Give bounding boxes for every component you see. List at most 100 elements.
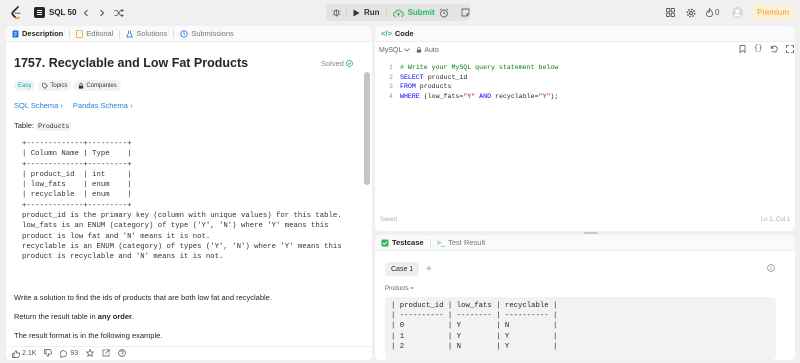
like-button[interactable]: 2.1K — [12, 349, 37, 358]
lock-icon — [79, 82, 84, 89]
tab-submissions-label: Submissions — [191, 29, 234, 38]
top-bar: SQL 50 Run Submit 0 Premium — [0, 0, 800, 25]
companies-label: Companies — [86, 82, 117, 89]
sql-schema-link[interactable]: SQL Schema › — [14, 101, 63, 110]
avatar[interactable] — [732, 0, 743, 25]
return-text: Return the result table in any order. — [14, 312, 135, 321]
debug-icon[interactable] — [326, 4, 346, 21]
case-1-tab[interactable]: Case 1 — [385, 262, 420, 276]
code-toolbar: MySQL Auto {} — [375, 43, 795, 57]
bookmark-icon[interactable] — [739, 45, 746, 55]
code-line: 1 # Write your MySQL query statement belo… — [389, 64, 559, 71]
topics-button[interactable]: Topics — [38, 80, 72, 91]
code-editor[interactable]: 1 # Write your MySQL query statement belo… — [375, 63, 558, 101]
table-label: Table: Products — [14, 121, 72, 131]
info-icon[interactable] — [767, 264, 775, 274]
vertical-drag-handle[interactable] — [584, 232, 598, 234]
testcase-input[interactable]: | product_id | low_fats | recyclable | |… — [385, 297, 776, 360]
companies-button[interactable]: Companies — [74, 80, 121, 91]
description-scrollbar[interactable] — [364, 72, 370, 185]
settings-icon[interactable] — [686, 0, 696, 25]
check-circle-icon — [346, 60, 353, 67]
code-panel: </> Code MySQL Auto {} 1 # Write your MyS… — [375, 26, 795, 231]
code-line: 3 FROM products — [389, 83, 452, 90]
products-input-label: Products = — [385, 286, 414, 292]
fire-icon — [706, 8, 713, 17]
solved-label: Solved — [321, 59, 344, 68]
chevron-right-icon: › — [130, 101, 133, 110]
left-tabbar: Description Editorial Solutions Submissi… — [6, 26, 372, 42]
tab-submissions[interactable]: Submissions — [180, 29, 234, 38]
layout-icon[interactable] — [666, 0, 675, 25]
thumbs-up-icon — [12, 349, 20, 358]
next-problem-icon[interactable] — [98, 0, 106, 25]
problem-list-title[interactable]: SQL 50 — [49, 0, 76, 25]
task-text: Write a solution to find the ids of prod… — [14, 293, 272, 302]
solved-status: Solved — [321, 59, 353, 68]
test-tabbar: Testcase >_ Test Result — [375, 235, 795, 251]
description-icon — [12, 30, 19, 37]
problem-title: 1757. Recyclable and Low Fat Products — [14, 56, 249, 70]
flask-icon — [126, 30, 134, 37]
share-icon[interactable] — [102, 348, 110, 359]
tab-solutions[interactable]: Solutions — [126, 29, 167, 38]
tab-code[interactable]: </> Code — [381, 29, 414, 38]
editorial-icon — [76, 29, 84, 38]
prev-problem-icon[interactable] — [82, 0, 90, 25]
problem-list-icon[interactable] — [34, 0, 45, 25]
pandas-schema-link[interactable]: Pandas Schema › — [73, 101, 133, 110]
checkbox-icon — [381, 239, 389, 246]
testcase-panel: Testcase >_ Test Result Case 1 + Product… — [375, 235, 795, 360]
run-button[interactable]: Run — [347, 4, 386, 21]
table-name: Products — [36, 122, 72, 131]
thumbs-down-icon[interactable] — [44, 348, 53, 359]
tag-row: Easy Topics Companies — [14, 80, 121, 91]
difficulty-badge: Easy — [14, 80, 36, 91]
code-icon: </> — [381, 29, 392, 38]
streak-counter[interactable]: 0 — [706, 0, 719, 25]
reset-icon[interactable] — [770, 45, 779, 55]
cloud-upload-icon — [392, 9, 404, 17]
braces-icon[interactable]: {} — [754, 45, 762, 55]
submit-button[interactable]: Submit — [387, 4, 441, 21]
auto-mode[interactable]: Auto — [416, 47, 439, 54]
help-icon[interactable] — [118, 348, 126, 359]
language-select[interactable]: MySQL — [379, 47, 411, 54]
description-panel: Description Editorial Solutions Submissi… — [6, 26, 372, 360]
like-count: 2.1K — [22, 350, 37, 357]
terminal-icon: >_ — [436, 238, 446, 247]
chevron-down-icon — [404, 48, 411, 52]
left-footer: 2.1K 93 — [6, 346, 372, 360]
alarm-icon[interactable] — [439, 0, 449, 25]
submit-label: Submit — [407, 8, 435, 17]
tab-description[interactable]: Description — [12, 29, 63, 38]
cursor-position: Ln 1, Col 1 — [760, 217, 790, 223]
tab-testcase[interactable]: Testcase — [381, 238, 424, 247]
tag-icon — [42, 82, 49, 89]
premium-button[interactable]: Premium — [751, 5, 795, 20]
notes-icon[interactable] — [461, 0, 470, 25]
comments-button[interactable]: 93 — [60, 349, 79, 358]
comment-count: 93 — [70, 350, 79, 357]
saved-status: Saved — [380, 217, 398, 223]
test-result-label: Test Result — [448, 238, 486, 247]
code-tabbar: </> Code — [375, 26, 795, 42]
tab-editorial[interactable]: Editorial — [76, 29, 113, 38]
comment-icon — [60, 349, 68, 358]
star-icon[interactable] — [85, 348, 95, 359]
tab-description-label: Description — [22, 29, 64, 38]
code-line: 2 SELECT product_id — [389, 73, 468, 81]
leetcode-logo[interactable] — [10, 0, 22, 25]
schema-links: SQL Schema › Pandas Schema › — [14, 101, 133, 110]
code-title: Code — [394, 29, 414, 38]
shuffle-icon[interactable] — [114, 0, 124, 25]
code-line: 4 WHERE (low_fats= "Y" AND recyclable= "Y")… — [389, 92, 559, 100]
chevron-right-icon: › — [60, 101, 63, 110]
run-label: Run — [364, 8, 380, 17]
lock-icon — [417, 47, 422, 53]
tab-test-result[interactable]: >_ Test Result — [437, 238, 486, 247]
add-case-button[interactable]: + — [426, 262, 432, 276]
history-icon — [180, 29, 188, 38]
expand-icon[interactable] — [786, 45, 795, 55]
format-text: The result format is in the following ex… — [14, 331, 163, 340]
